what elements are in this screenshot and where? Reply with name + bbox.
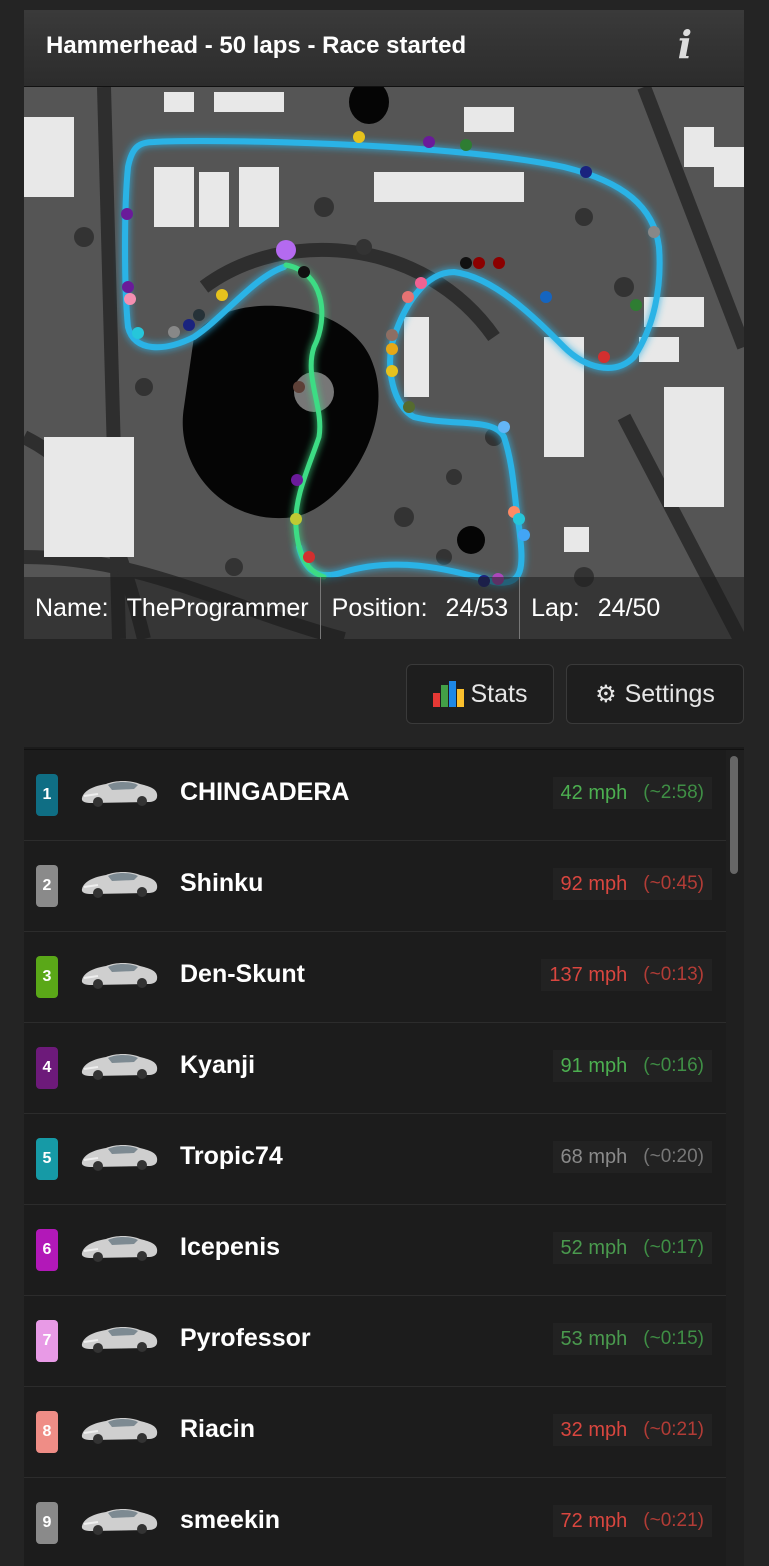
- car-icon: [78, 1045, 160, 1085]
- position-badge: 5: [36, 1138, 58, 1180]
- speed-eta: 53 mph (~0:15): [552, 1323, 712, 1355]
- stats-button[interactable]: Stats: [406, 664, 554, 724]
- position-badge: 6: [36, 1229, 58, 1271]
- racer-speed: 32 mph: [560, 1418, 628, 1441]
- list-scrollbar[interactable]: [730, 756, 738, 874]
- position-badge: 3: [36, 956, 58, 998]
- position-badge: 7: [36, 1320, 58, 1362]
- bar-chart-icon: [432, 681, 464, 707]
- speed-eta: 32 mph (~0:21): [552, 1414, 712, 1446]
- racer-name: Den-Skunt: [180, 960, 305, 988]
- settings-button[interactable]: ⚙ Settings: [566, 664, 744, 724]
- car-icon: [78, 1318, 160, 1358]
- speed-eta: 137 mph (~0:13): [541, 959, 712, 991]
- gear-icon: ⚙: [595, 680, 617, 708]
- position-value: 24/53: [445, 593, 509, 622]
- racer-row[interactable]: 2 Shinku 92 mph (~0:45): [24, 841, 726, 933]
- racer-name: Pyrofessor: [180, 1324, 311, 1352]
- position-badge: 8: [36, 1411, 58, 1453]
- position-badge: 9: [36, 1502, 58, 1544]
- racer-row[interactable]: 6 Icepenis 52 mph (~0:17): [24, 1205, 726, 1297]
- racer-name: Tropic74: [180, 1142, 283, 1170]
- speed-eta: 72 mph (~0:21): [552, 1505, 712, 1537]
- racer-name: smeekin: [180, 1506, 281, 1534]
- racer-eta: (~0:21): [643, 1419, 704, 1440]
- racer-row[interactable]: 5 Tropic74 68 mph (~0:20): [24, 1114, 726, 1206]
- racer-speed: 91 mph: [560, 1054, 628, 1077]
- racer-eta: (~0:21): [643, 1510, 704, 1531]
- racer-speed: 42 mph: [560, 781, 628, 804]
- stats-label: Stats: [470, 679, 528, 708]
- racer-name: Riacin: [180, 1415, 256, 1443]
- racer-eta: (~0:45): [643, 873, 704, 894]
- player-name-cell: Name: TheProgrammer: [24, 577, 320, 639]
- racer-speed: 68 mph: [560, 1145, 628, 1168]
- player-position-cell: Position: 24/53: [319, 577, 519, 639]
- racer-row[interactable]: 7 Pyrofessor 53 mph (~0:15): [24, 1296, 726, 1388]
- info-icon[interactable]: i: [678, 22, 692, 67]
- player-info-bar: Name: TheProgrammer Position: 24/53 Lap:…: [24, 577, 744, 639]
- car-icon: [78, 954, 160, 994]
- racer-eta: (~0:15): [643, 1328, 704, 1349]
- speed-eta: 52 mph (~0:17): [552, 1232, 712, 1264]
- race-title: Hammerhead - 50 laps - Race started: [46, 32, 467, 59]
- speed-eta: 92 mph (~0:45): [552, 868, 712, 900]
- car-icon: [78, 1136, 160, 1176]
- car-icon: [78, 1409, 160, 1449]
- racer-eta: (~0:17): [643, 1237, 704, 1258]
- name-label: Name:: [35, 593, 109, 622]
- racer-eta: (~0:20): [643, 1146, 704, 1167]
- racer-name: Shinku: [180, 869, 264, 897]
- position-badge: 1: [36, 774, 58, 816]
- racer-speed: 72 mph: [560, 1509, 628, 1532]
- track-map[interactable]: Name: TheProgrammer Position: 24/53 Lap:…: [24, 87, 744, 639]
- racer-list[interactable]: 1 CHINGADERA 42 mph (~2:58) 2 Shinku 92 mph (~0…: [24, 749, 744, 1566]
- racer-eta: (~0:16): [643, 1055, 704, 1076]
- racer-speed: 53 mph: [560, 1327, 628, 1350]
- lap-value: 24/50: [597, 593, 661, 622]
- lap-label: Lap:: [531, 593, 580, 622]
- toolbar: Stats ⚙ Settings: [24, 639, 744, 747]
- racer-speed: 52 mph: [560, 1236, 628, 1259]
- racer-row[interactable]: 9 smeekin 72 mph (~0:21): [24, 1478, 726, 1566]
- race-header: Hammerhead - 50 laps - Race started i: [24, 10, 744, 87]
- car-icon: [78, 1227, 160, 1267]
- settings-label: Settings: [624, 679, 715, 708]
- racer-name: CHINGADERA: [180, 778, 350, 806]
- racer-row[interactable]: 8 Riacin 32 mph (~0:21): [24, 1387, 726, 1479]
- racer-eta: (~0:13): [643, 964, 704, 985]
- map-canvas: [24, 87, 744, 639]
- car-icon: [78, 863, 160, 903]
- name-value: TheProgrammer: [126, 593, 309, 622]
- position-badge: 2: [36, 865, 58, 907]
- car-icon: [78, 1500, 160, 1540]
- player-lap-cell: Lap: 24/50: [519, 577, 671, 639]
- race-panel: Hammerhead - 50 laps - Race started i Na…: [24, 10, 744, 1566]
- racer-name: Icepenis: [180, 1233, 281, 1261]
- car-icon: [78, 772, 160, 812]
- racer-eta: (~2:58): [643, 782, 704, 803]
- speed-eta: 91 mph (~0:16): [552, 1050, 712, 1082]
- racer-speed: 92 mph: [560, 872, 628, 895]
- racer-name: Kyanji: [180, 1051, 256, 1079]
- racer-row[interactable]: 1 CHINGADERA 42 mph (~2:58): [24, 750, 726, 842]
- racer-row[interactable]: 3 Den-Skunt 137 mph (~0:13): [24, 932, 726, 1024]
- racer-row[interactable]: 4 Kyanji 91 mph (~0:16): [24, 1023, 726, 1115]
- speed-eta: 42 mph (~2:58): [552, 777, 712, 809]
- speed-eta: 68 mph (~0:20): [552, 1141, 712, 1173]
- position-badge: 4: [36, 1047, 58, 1089]
- racer-speed: 137 mph: [549, 963, 628, 986]
- position-label: Position:: [331, 593, 428, 622]
